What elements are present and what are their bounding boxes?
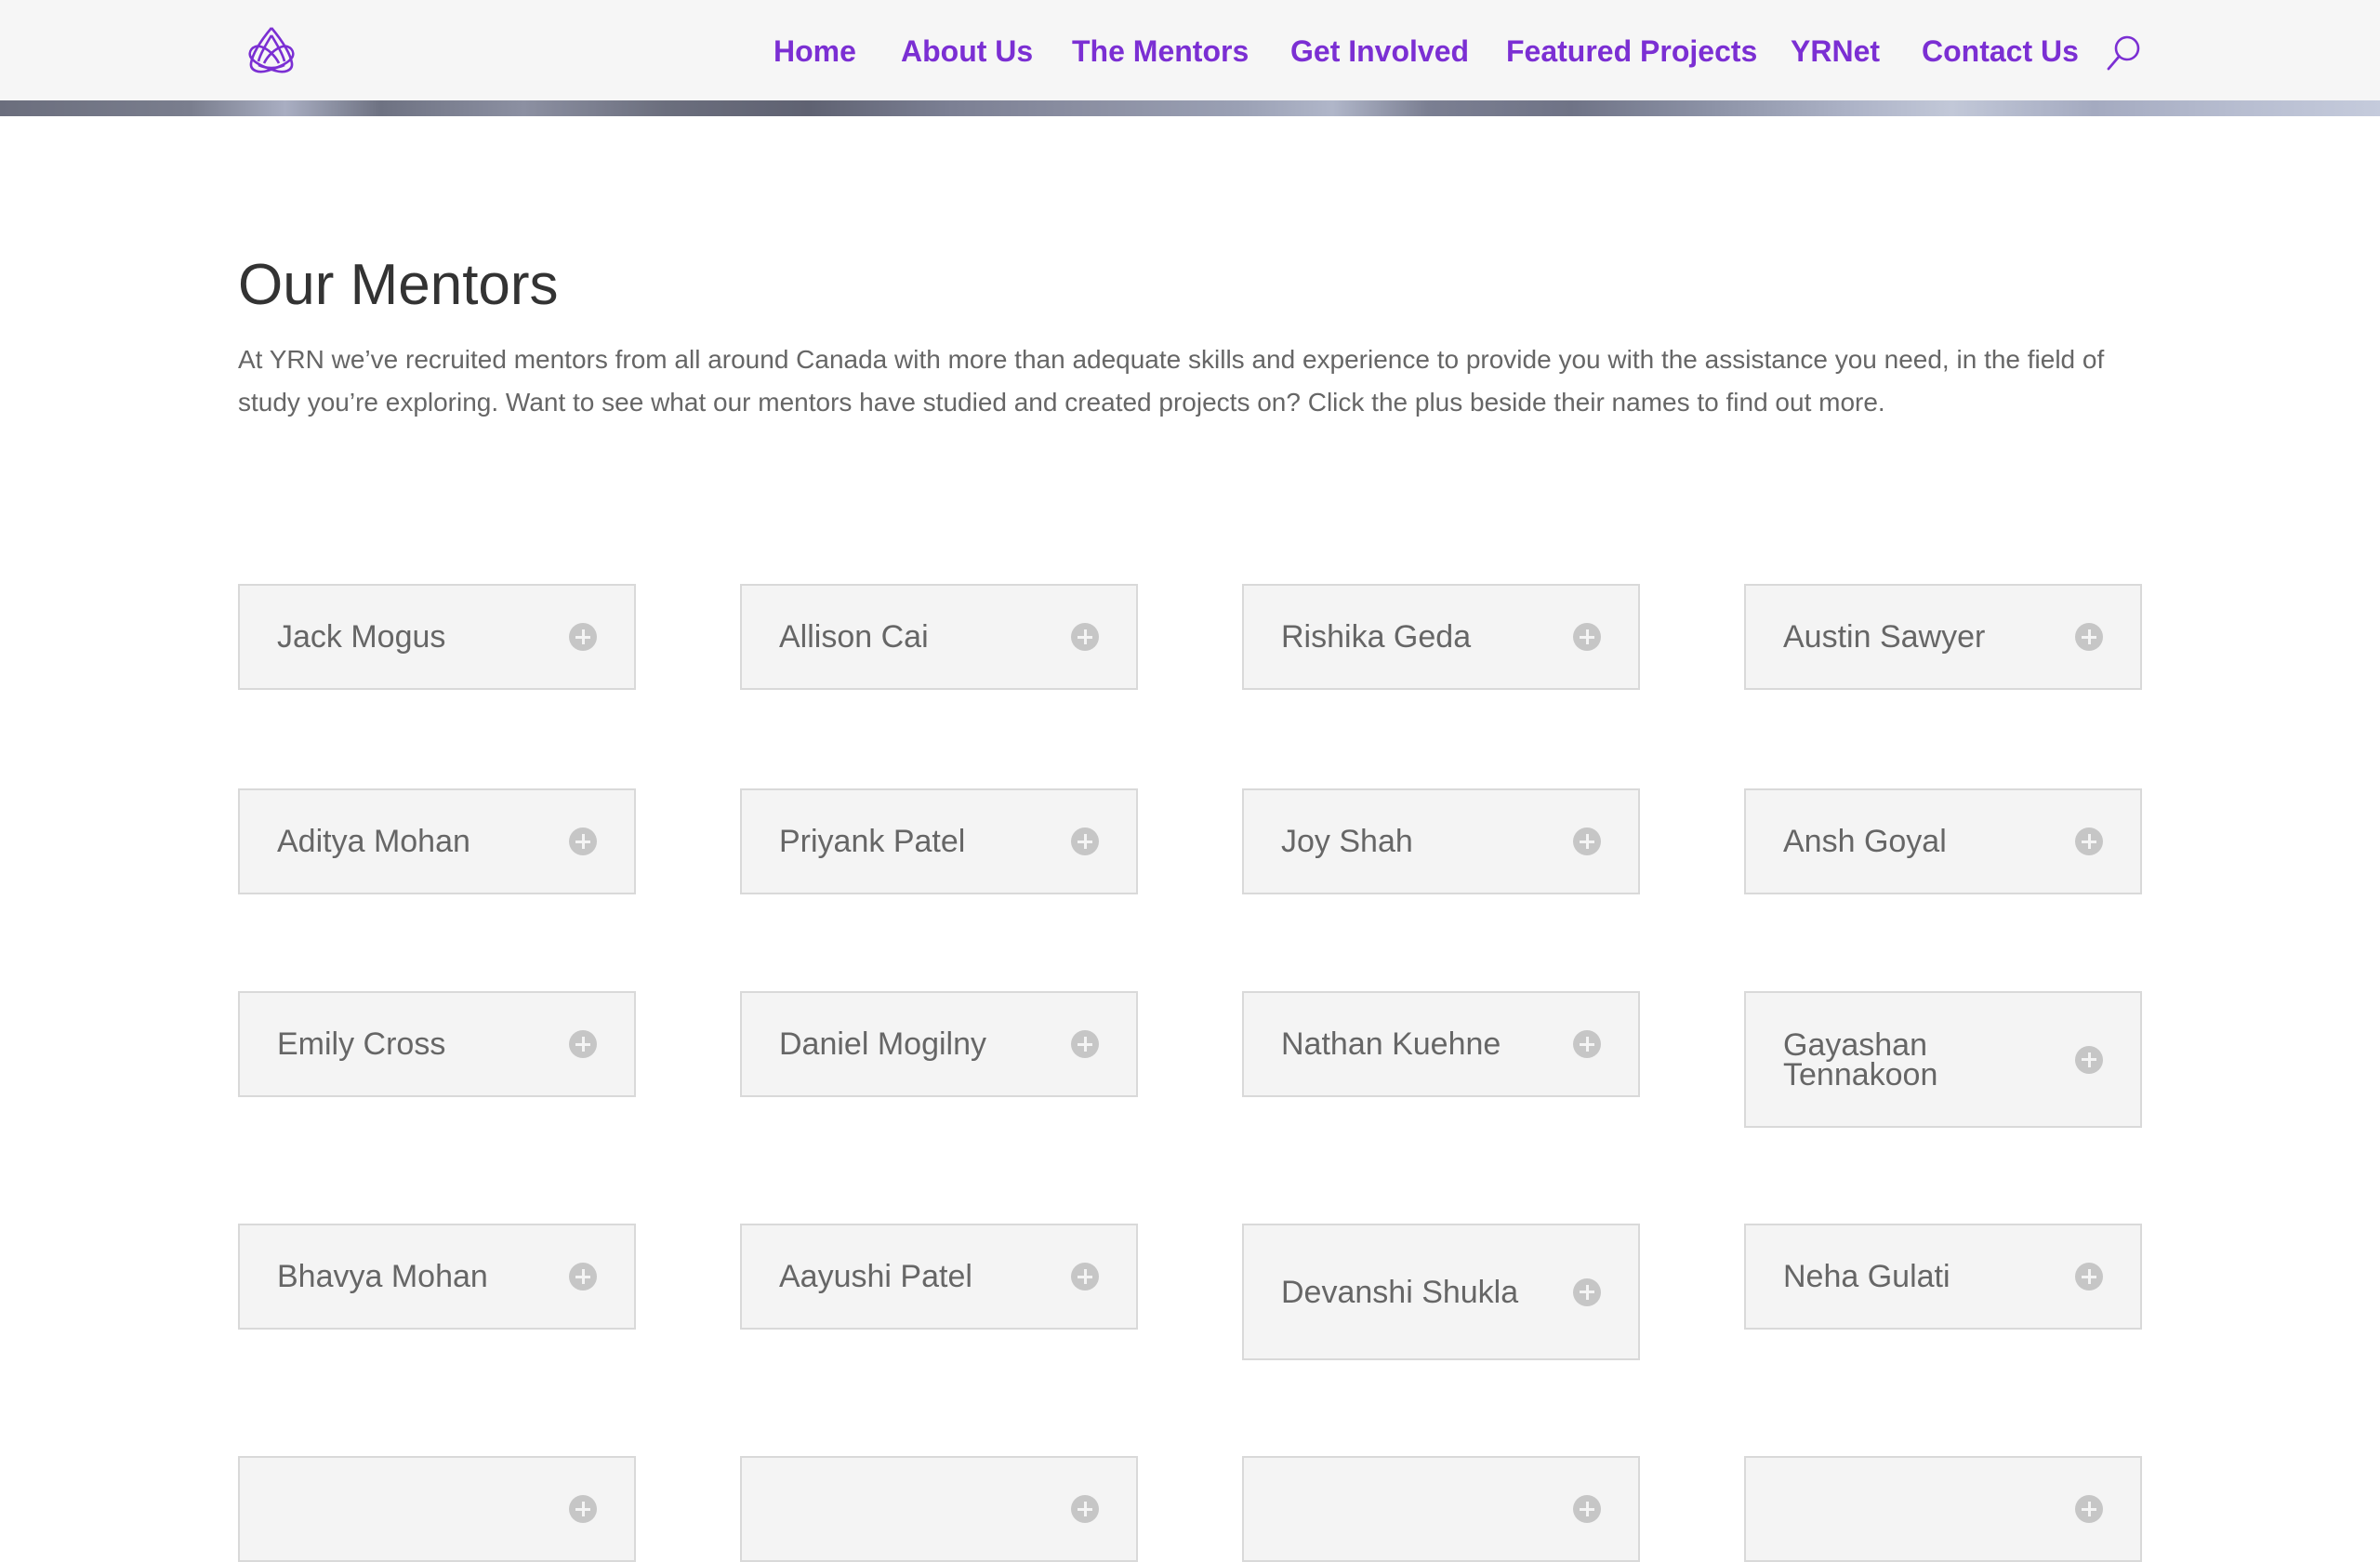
mentor-name: Rishika Geda: [1281, 619, 1472, 655]
plus-circle-icon[interactable]: [2075, 1263, 2103, 1291]
main-nav: Home About Us The Mentors Get Involved F…: [0, 0, 2380, 100]
search-icon[interactable]: [2105, 33, 2144, 73]
plus-circle-icon[interactable]: [569, 1263, 597, 1291]
plus-circle-icon[interactable]: [569, 827, 597, 855]
mentor-name: Bhavya Mohan: [277, 1259, 488, 1294]
plus-circle-icon[interactable]: [2075, 827, 2103, 855]
mentor-toggle[interactable]: Priyank Patel: [740, 788, 1138, 894]
mentor-name: Ansh Goyal: [1783, 824, 1947, 859]
nav-yrnet[interactable]: YRNet: [1791, 32, 1880, 71]
mentor-toggle[interactable]: Gayashan Tennakoon: [1744, 991, 2142, 1128]
mentor-toggle[interactable]: [1242, 1456, 1640, 1562]
plus-circle-icon[interactable]: [569, 1495, 597, 1523]
mentor-name: Nathan Kuehne: [1281, 1026, 1501, 1062]
mentor-toggle[interactable]: Bhavya Mohan: [238, 1224, 636, 1330]
mentor-toggle[interactable]: Devanshi Shukla: [1242, 1224, 1640, 1360]
plus-circle-icon[interactable]: [1573, 1277, 1601, 1306]
mentor-name: Gayashan Tennakoon: [1783, 1026, 1938, 1092]
plus-circle-icon[interactable]: [1573, 623, 1601, 651]
nav-the-mentors[interactable]: The Mentors: [1072, 32, 1249, 71]
mentor-name: Aditya Mohan: [277, 824, 470, 859]
plus-circle-icon[interactable]: [1071, 827, 1099, 855]
plus-circle-icon[interactable]: [2075, 1495, 2103, 1523]
nav-home[interactable]: Home: [774, 32, 856, 71]
plus-circle-icon[interactable]: [1573, 827, 1601, 855]
mentor-toggle[interactable]: Aditya Mohan: [238, 788, 636, 894]
mentor-name: Emily Cross: [277, 1026, 446, 1062]
mentor-name: Joy Shah: [1281, 824, 1413, 859]
mentor-toggle[interactable]: [238, 1456, 636, 1562]
mentor-toggle[interactable]: Jack Mogus: [238, 584, 636, 690]
mentor-toggle[interactable]: Nathan Kuehne: [1242, 991, 1640, 1097]
mentor-name: Priyank Patel: [779, 824, 966, 859]
plus-circle-icon[interactable]: [1573, 1495, 1601, 1523]
mentor-name: Devanshi Shukla: [1281, 1274, 1519, 1310]
mentor-toggle[interactable]: Austin Sawyer: [1744, 584, 2142, 690]
mentor-toggle[interactable]: Ansh Goyal: [1744, 788, 2142, 894]
nav-get-involved[interactable]: Get Involved: [1290, 32, 1469, 71]
plus-circle-icon[interactable]: [569, 623, 597, 651]
plus-circle-icon[interactable]: [1573, 1030, 1601, 1058]
nav-contact-us[interactable]: Contact Us: [1922, 32, 2079, 71]
mentor-name: Daniel Mogilny: [779, 1026, 986, 1062]
mentor-name: Allison Cai: [779, 619, 929, 655]
mentor-toggle[interactable]: Daniel Mogilny: [740, 991, 1138, 1097]
plus-circle-icon[interactable]: [569, 1030, 597, 1058]
plus-circle-icon[interactable]: [2075, 1045, 2103, 1074]
mentor-name: Austin Sawyer: [1783, 619, 1986, 655]
nav-featured-projects[interactable]: Featured Projects: [1506, 32, 1757, 71]
page-title: Our Mentors: [238, 253, 559, 317]
plus-circle-icon[interactable]: [1071, 623, 1099, 651]
plus-circle-icon[interactable]: [1071, 1495, 1099, 1523]
mentor-toggle[interactable]: [740, 1456, 1138, 1562]
mentor-toggle[interactable]: Allison Cai: [740, 584, 1138, 690]
mentor-toggle[interactable]: Neha Gulati: [1744, 1224, 2142, 1330]
header-banner-image: [0, 100, 2380, 116]
mentor-name: Neha Gulati: [1783, 1259, 1950, 1294]
plus-circle-icon[interactable]: [1071, 1263, 1099, 1291]
nav-about-us[interactable]: About Us: [901, 32, 1033, 71]
mentor-toggle[interactable]: Rishika Geda: [1242, 584, 1640, 690]
mentor-toggle[interactable]: Emily Cross: [238, 991, 636, 1097]
intro-paragraph: At YRN we’ve recruited mentors from all …: [238, 345, 2105, 417]
mentor-toggle[interactable]: Aayushi Patel: [740, 1224, 1138, 1330]
mentor-toggle[interactable]: [1744, 1456, 2142, 1562]
site-header: Home About Us The Mentors Get Involved F…: [0, 0, 2380, 100]
mentor-name: Aayushi Patel: [779, 1259, 972, 1294]
mentor-name: Jack Mogus: [277, 619, 446, 655]
plus-circle-icon[interactable]: [1071, 1030, 1099, 1058]
mentor-toggle[interactable]: Joy Shah: [1242, 788, 1640, 894]
plus-circle-icon[interactable]: [2075, 623, 2103, 651]
